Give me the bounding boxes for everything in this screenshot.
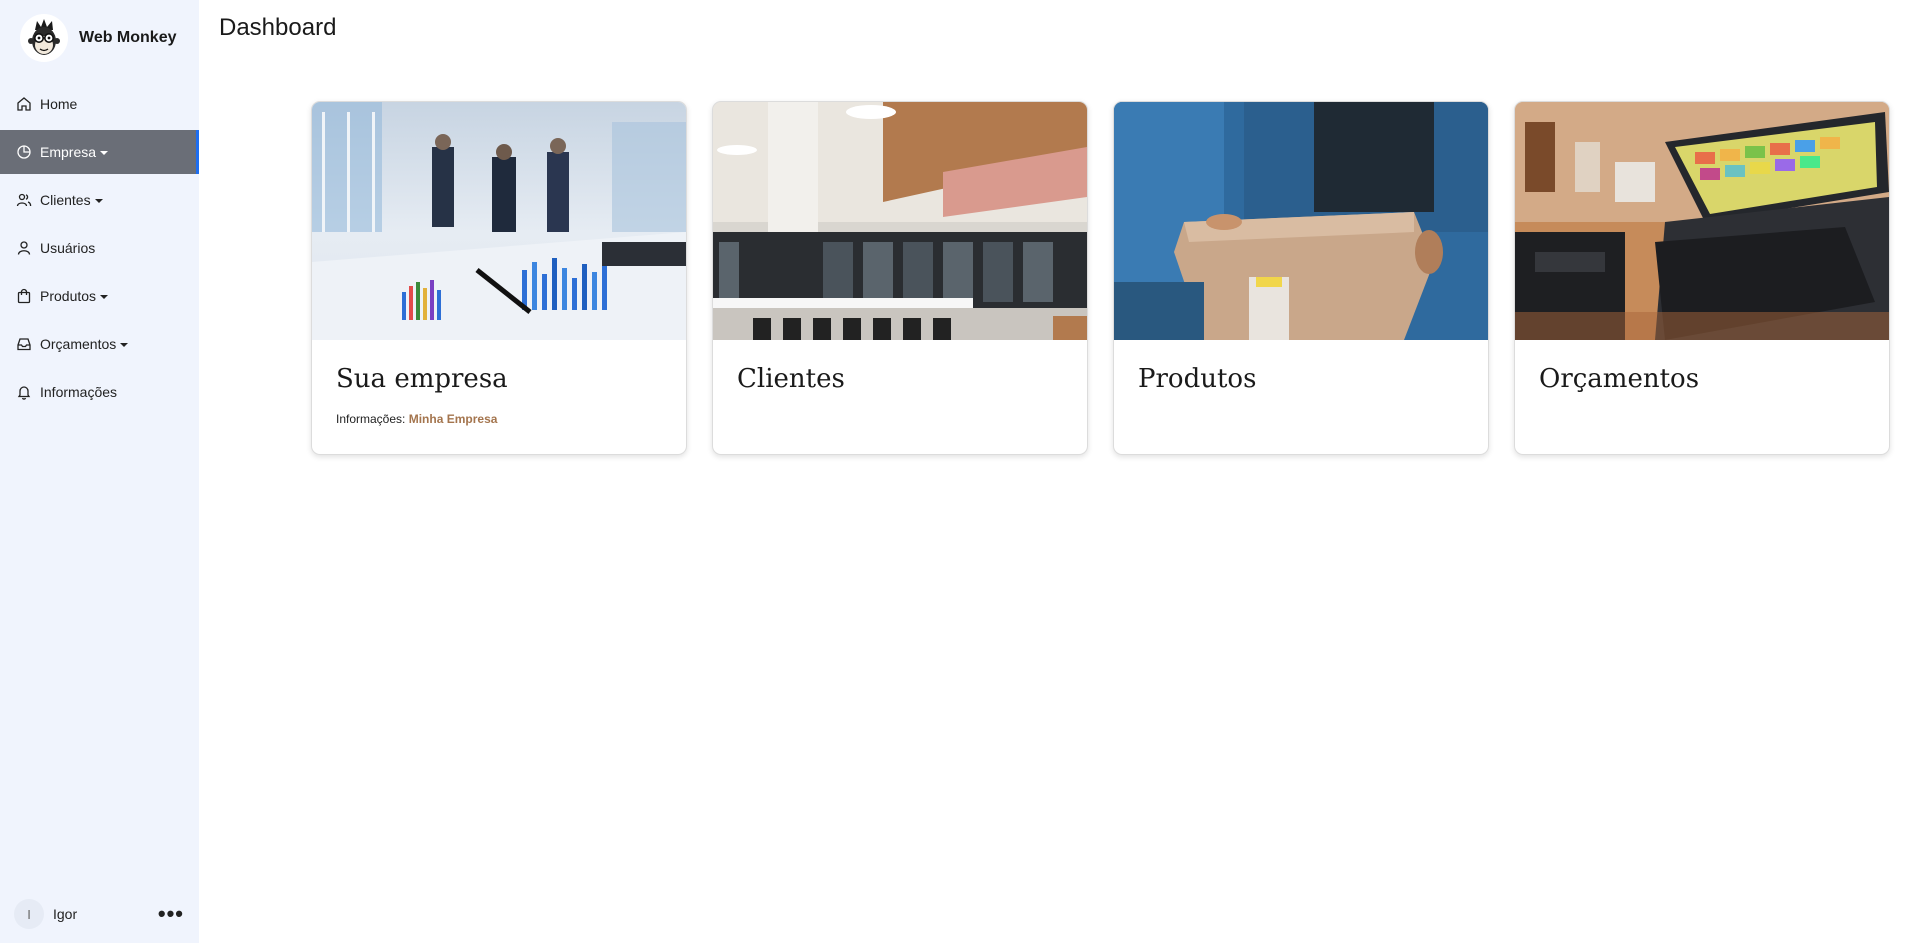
avatar[interactable]: I: [14, 899, 44, 929]
card-title: Produtos: [1138, 364, 1257, 394]
card-title: Orçamentos: [1539, 364, 1700, 394]
office-interior-photo: [713, 102, 1087, 340]
card-sua-empresa[interactable]: Sua empresa Informações: Minha Empresa: [311, 101, 687, 455]
sidebar-item-home[interactable]: Home: [0, 82, 199, 126]
package-delivery-photo: [1114, 102, 1488, 340]
shopping-bag-icon: [15, 287, 33, 305]
sidebar-item-orcamentos[interactable]: Orçamentos: [0, 322, 199, 366]
sidebar-item-usuarios[interactable]: Usuários: [0, 226, 199, 270]
sidebar-item-produtos[interactable]: Produtos: [0, 274, 199, 318]
sidebar-item-label: Clientes: [40, 192, 91, 208]
more-options-icon[interactable]: •••: [158, 903, 184, 925]
sidebar-item-label: Home: [40, 96, 78, 112]
sidebar-item-label: Usuários: [40, 240, 96, 256]
sidebar-item-label: Produtos: [40, 288, 97, 304]
pos-terminal-photo: [1515, 102, 1889, 340]
sidebar-item-clientes[interactable]: Clientes: [0, 178, 199, 222]
users-icon: [15, 191, 33, 209]
card-info: Informações: Minha Empresa: [336, 412, 497, 426]
sidebar-nav: Home Empresa Clientes Usuários Produtos …: [0, 82, 199, 418]
caret-down-icon: [120, 342, 129, 347]
company-link[interactable]: Minha Empresa: [409, 412, 498, 426]
card-title: Clientes: [737, 364, 845, 394]
pie-chart-icon: [15, 143, 33, 161]
card-produtos[interactable]: Produtos: [1113, 101, 1489, 455]
card-info-label: Informações:: [336, 412, 406, 426]
brand[interactable]: Web Monkey: [20, 14, 177, 62]
brand-name: Web Monkey: [79, 29, 177, 46]
sidebar-item-empresa[interactable]: Empresa: [0, 130, 199, 174]
card-orcamentos[interactable]: Orçamentos: [1514, 101, 1890, 455]
inbox-icon: [15, 335, 33, 353]
caret-down-icon: [94, 198, 103, 203]
sidebar-item-informacoes[interactable]: Informações: [0, 370, 199, 414]
sidebar: Web Monkey Home Empresa Clientes Usuário…: [0, 0, 199, 943]
monkey-logo-icon: [20, 14, 68, 62]
card-clientes[interactable]: Clientes: [712, 101, 1088, 455]
card-title: Sua empresa: [336, 364, 508, 394]
page-title: Dashboard: [219, 14, 337, 41]
business-meeting-photo: [312, 102, 686, 340]
sidebar-item-label: Orçamentos: [40, 336, 117, 352]
caret-down-icon: [100, 150, 109, 155]
home-icon: [15, 95, 33, 113]
bell-icon: [15, 383, 33, 401]
user-icon: [15, 239, 33, 257]
caret-down-icon: [100, 294, 109, 299]
sidebar-item-label: Empresa: [40, 144, 97, 160]
user-profile: I Igor •••: [14, 898, 184, 930]
user-name: Igor: [53, 906, 78, 922]
sidebar-item-label: Informações: [40, 384, 118, 400]
